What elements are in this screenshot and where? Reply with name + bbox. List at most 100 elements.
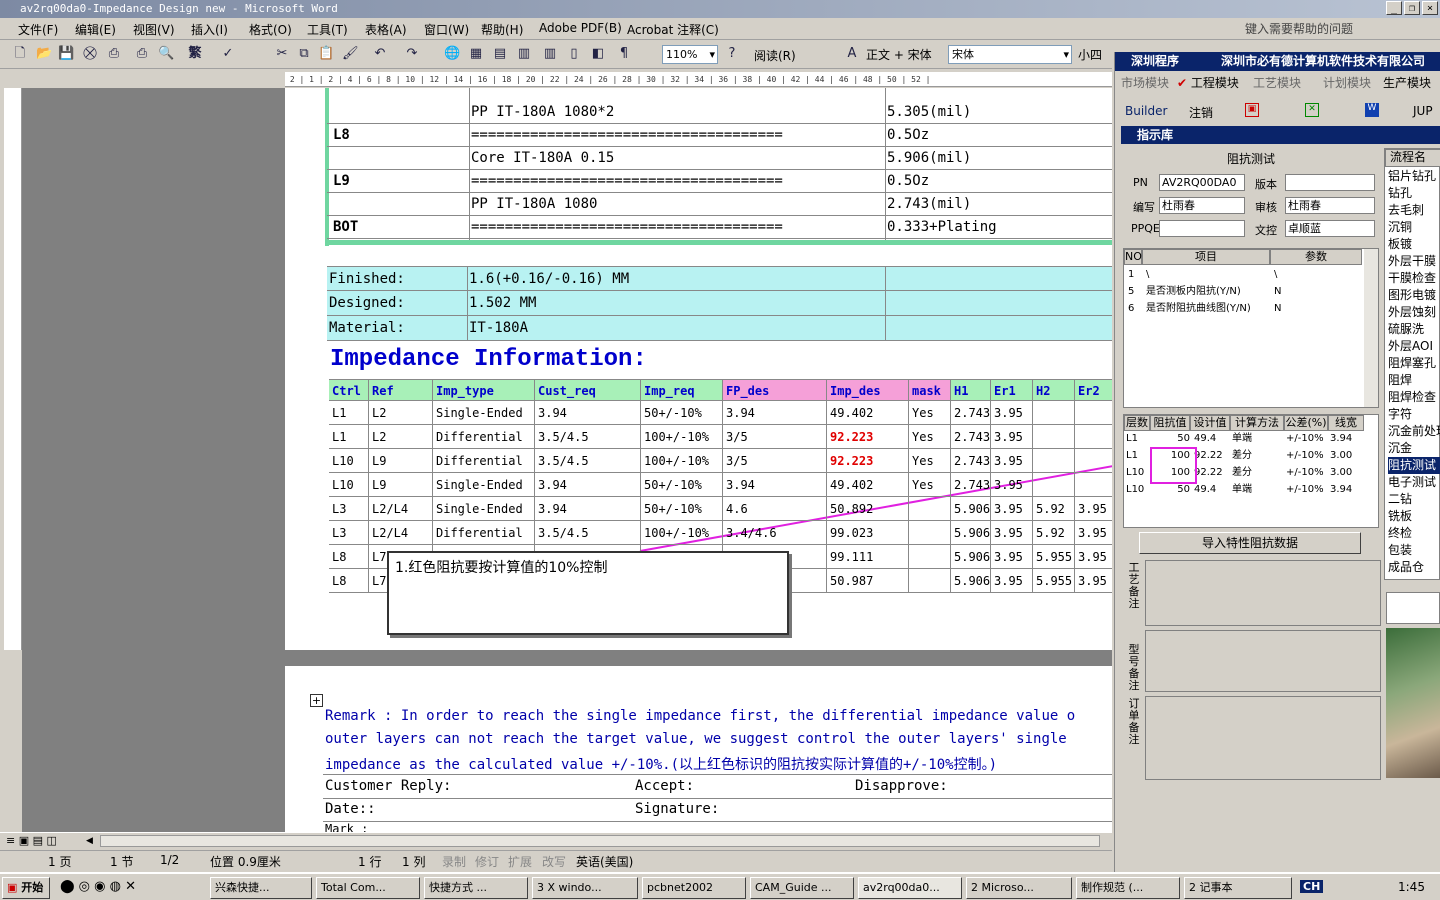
font-size-combo[interactable]: 小四 [1078, 46, 1102, 63]
taskbar-item[interactable]: Total Com... [316, 877, 420, 899]
module-process[interactable]: 工艺模块 [1253, 74, 1301, 91]
cut-icon[interactable]: ✂ [274, 46, 290, 62]
flow-item[interactable]: 二钻 [1388, 491, 1440, 508]
redo-icon[interactable]: ↷ [404, 46, 420, 62]
menu-file[interactable]: 文件(F) [18, 21, 58, 38]
restore-button[interactable]: ❐ [1404, 1, 1420, 15]
impedance-grid[interactable]: 层数 阻抗值 设计值 计算方法 公差(%) 线宽 L1 50 49.4 单端 +/-10… [1123, 414, 1379, 528]
copy-icon[interactable]: ⧉ [296, 46, 312, 62]
view-buttons[interactable]: ≡ ▣ ▤ ◫ [6, 834, 57, 847]
help-icon[interactable]: ? [724, 46, 740, 62]
flow-item[interactable]: 阻焊塞孔 [1388, 355, 1440, 372]
taskbar-item[interactable]: pcbnet2002 [642, 877, 746, 899]
insert-table-icon[interactable]: ▤ [492, 46, 508, 62]
model-note-field[interactable] [1145, 630, 1381, 692]
flow-item[interactable]: 干膜检查 [1388, 270, 1440, 287]
zoom-combo[interactable]: 110% ▾ [662, 45, 718, 64]
jump-button[interactable]: JUP [1413, 104, 1433, 118]
order-note-field[interactable] [1145, 696, 1381, 780]
flow-item[interactable]: 包装 [1388, 542, 1440, 559]
close-button[interactable]: × [1422, 1, 1438, 15]
flow-item[interactable]: 阻焊检查 [1388, 389, 1440, 406]
taskbar-item[interactable]: 兴森快捷... [210, 877, 312, 899]
flow-item[interactable]: 成品仓 [1388, 559, 1440, 576]
word-icon[interactable]: W [1365, 103, 1379, 117]
quick-launch-icons[interactable]: ⬤ ◎ ◉ ◍ ✕ [60, 879, 136, 894]
print-preview-icon[interactable]: ⎙ [134, 46, 150, 62]
insert-excel-icon[interactable]: ▥ [516, 46, 532, 62]
open-icon[interactable]: 📂 [36, 46, 52, 62]
format-painter-icon[interactable]: 🖌 [342, 46, 359, 62]
flow-item[interactable]: 铝片钻孔 [1388, 168, 1440, 185]
flow-item[interactable]: 去毛刺 [1388, 202, 1440, 219]
author-field[interactable]: 杜雨春 [1159, 197, 1245, 214]
menu-adobe-pdf[interactable]: Adobe PDF(B) [539, 21, 622, 35]
permission-icon[interactable]: ⛒ [82, 46, 98, 62]
tables-borders-icon[interactable]: ▦ [468, 46, 484, 62]
flow-item[interactable]: 阻焊 [1388, 372, 1440, 389]
menu-help[interactable]: 帮助(H) [481, 21, 523, 38]
module-production[interactable]: 生产模块 [1383, 74, 1431, 91]
logout-button[interactable]: 注销 [1189, 104, 1213, 121]
flow-item[interactable]: 沉金前处理 [1388, 423, 1440, 440]
columns-icon[interactable]: ▥ [542, 46, 558, 62]
module-plan[interactable]: 计划模块 [1323, 74, 1371, 91]
menu-acrobat[interactable]: Acrobat 注释(C) [627, 21, 719, 38]
flow-item[interactable]: 终检 [1388, 525, 1440, 542]
menu-window[interactable]: 窗口(W) [424, 21, 469, 38]
flow-item[interactable]: 沉金 [1388, 440, 1440, 457]
horizontal-ruler[interactable]: 2 | 1 | 2 | 4 | 6 | 8 | 10 | 12 | 14 | 1… [285, 72, 1112, 87]
excel-icon[interactable]: ✕ [1305, 103, 1319, 117]
ime-indicator[interactable]: CH [1300, 880, 1324, 893]
menu-table[interactable]: 表格(A) [365, 21, 407, 38]
horizontal-scrollbar[interactable]: ≡ ▣ ▤ ◫ ◀ [0, 832, 1112, 849]
taskbar-item[interactable]: CAM_Guide ... [750, 877, 854, 899]
new-icon[interactable]: 🗋 [12, 46, 28, 62]
taskbar-item-active[interactable]: av2rq00da0... [858, 877, 962, 899]
menu-format[interactable]: 格式(O) [249, 21, 292, 38]
show-hide-icon[interactable]: ¶ [616, 46, 632, 62]
menu-insert[interactable]: 插入(I) [191, 21, 228, 38]
document-page-2[interactable]: + Remark : In order to reach the single … [285, 666, 1112, 832]
pn-field[interactable]: AV2RQ00DA0 [1159, 174, 1245, 191]
undo-icon[interactable]: ↶ [372, 46, 388, 62]
doc-control-field[interactable]: 卓顺蓝 [1285, 220, 1375, 237]
read-mode-button[interactable]: 阅读(R) [754, 47, 796, 64]
module-market[interactable]: 市场模块 [1121, 74, 1169, 91]
help-search-input[interactable]: 键入需要帮助的问题 [1240, 20, 1422, 38]
style-combo[interactable]: 正文 + 宋体 [866, 46, 932, 63]
hyperlink-icon[interactable]: 🌐 [444, 46, 460, 62]
scroll-left-icon[interactable]: ◀ [86, 835, 98, 847]
comment-callout[interactable]: 1.红色阻抗要按计算值的10%控制 [387, 551, 789, 635]
taskbar-item[interactable]: 2 Microso... [966, 877, 1072, 899]
drawing-icon[interactable]: ▯ [566, 46, 582, 62]
traditional-chinese-button[interactable]: 繁 [186, 46, 204, 62]
taskbar-item[interactable]: 快捷方式 ... [424, 877, 528, 899]
paste-icon[interactable]: 📋 [318, 46, 334, 62]
document-map-icon[interactable]: ◧ [590, 46, 606, 62]
items-grid[interactable]: NO 项目 参数 1 \ \ 5 是否测板内阻抗(Y/N) N 6 是否附阻抗曲线图(Y/N)… [1123, 248, 1379, 408]
preview-icon[interactable]: 🔍 [158, 46, 174, 62]
flow-item[interactable]: 硫脲洗 [1388, 321, 1440, 338]
flow-item[interactable]: 阻抗测试 [1388, 457, 1440, 474]
taskbar-item[interactable]: 制作规范 (... [1076, 877, 1180, 899]
menu-tools[interactable]: 工具(T) [307, 21, 348, 38]
review-field[interactable]: 杜雨春 [1285, 197, 1375, 214]
ppt-icon[interactable]: ▣ [1245, 103, 1259, 117]
builder-button[interactable]: Builder [1125, 104, 1167, 118]
menu-view[interactable]: 视图(V) [133, 21, 175, 38]
process-note-field[interactable] [1145, 560, 1381, 626]
version-field[interactable] [1285, 174, 1375, 191]
flow-item[interactable]: 字符 [1388, 406, 1440, 423]
start-button[interactable]: ▣ 开始 [2, 877, 50, 899]
menu-edit[interactable]: 编辑(E) [75, 21, 116, 38]
vertical-ruler[interactable] [4, 88, 22, 650]
flow-item[interactable]: 钻孔 [1388, 185, 1440, 202]
flow-input[interactable] [1386, 592, 1440, 624]
flow-item[interactable]: 图形电镀 [1388, 287, 1440, 304]
taskbar-item[interactable]: 2 记事本 [1184, 877, 1292, 899]
minimize-button[interactable]: _ [1386, 1, 1402, 15]
flow-item[interactable]: 外层AOI [1388, 338, 1440, 355]
print-icon[interactable]: ⎙ [106, 46, 122, 62]
taskbar-item[interactable]: 3 X windo... [532, 877, 638, 899]
